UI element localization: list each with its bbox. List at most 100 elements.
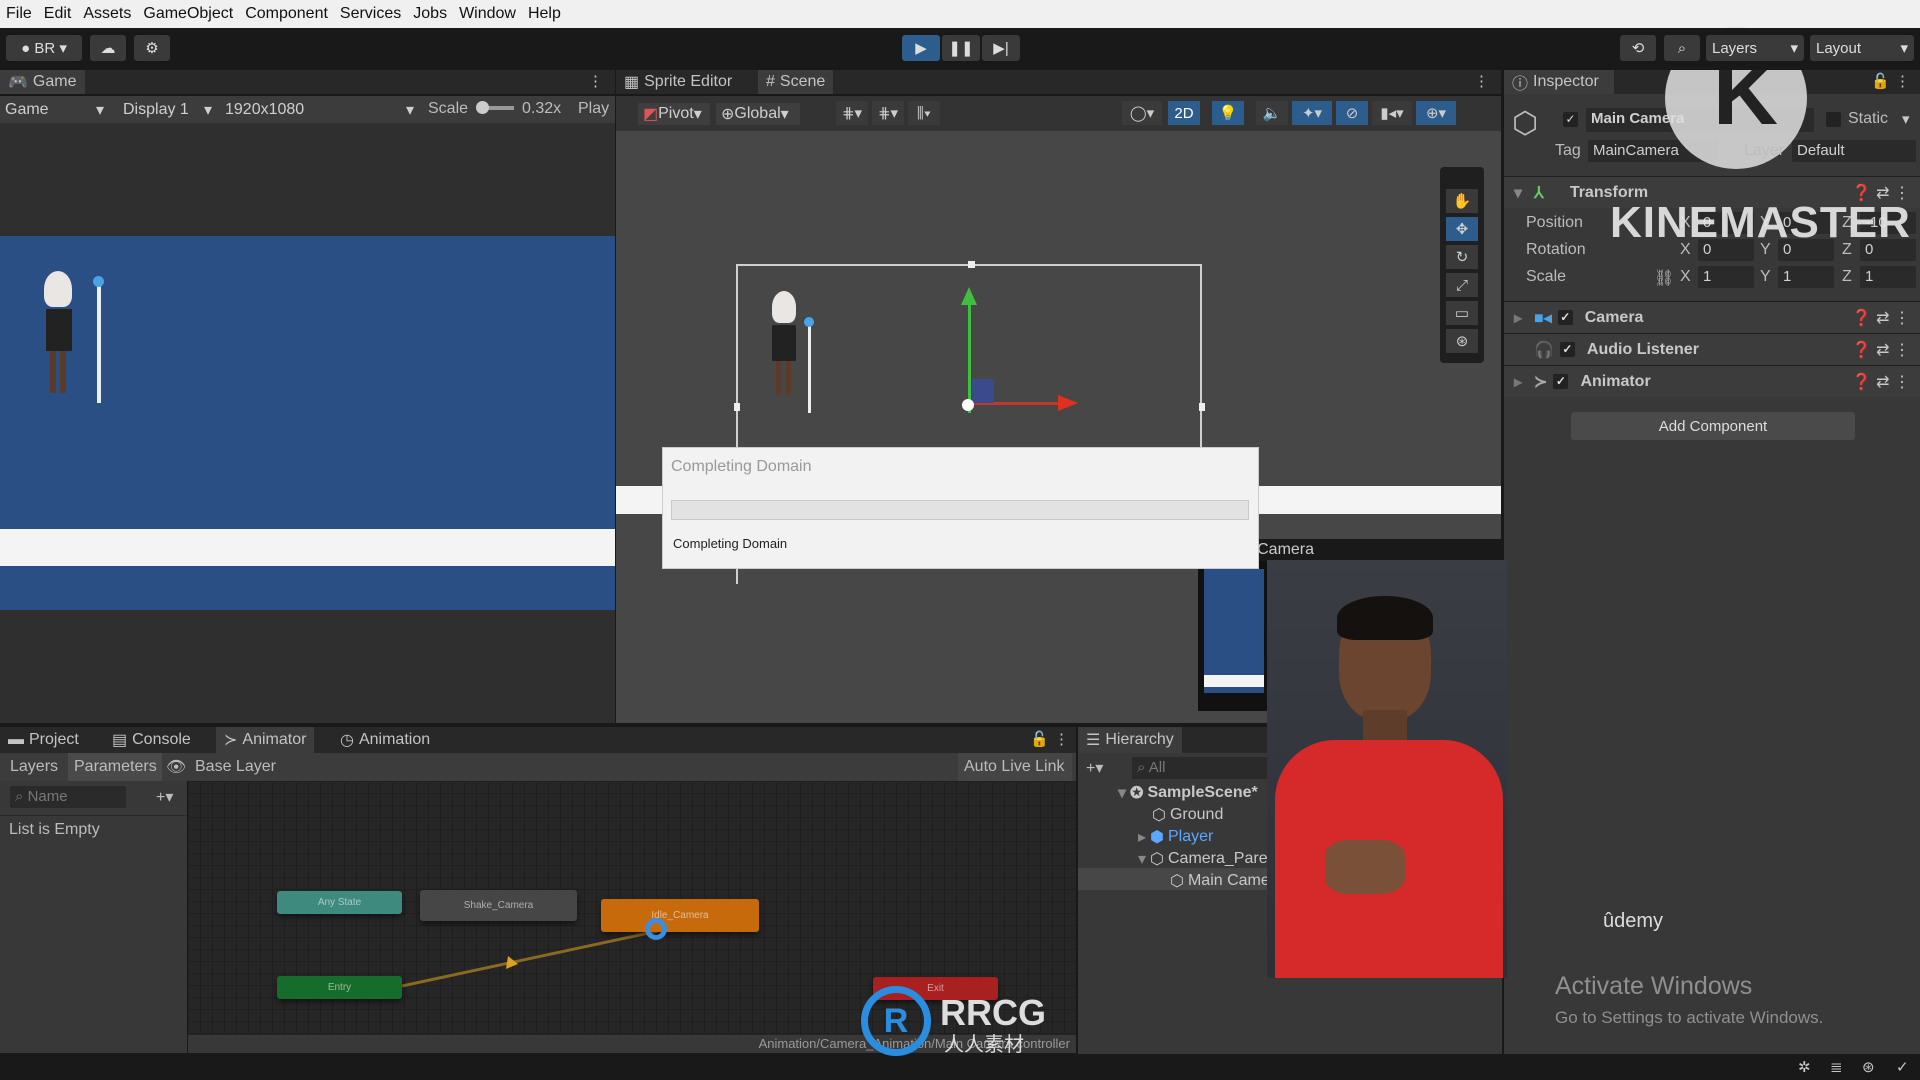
hierarchy-item-ground[interactable]: ⬡ Ground [1152, 805, 1223, 825]
lighting-icon[interactable]: 💡 [1212, 101, 1244, 125]
component-animator[interactable]: ▸ ≻ ✓ Animator ❓ ⇄ ⋮ [1504, 365, 1920, 397]
more-icon[interactable]: ⋮ [1895, 72, 1910, 90]
scale-y[interactable]: 1 [1778, 266, 1834, 288]
tab-console[interactable]: ▤ Console [104, 727, 199, 753]
menu-gameobject[interactable]: GameObject [143, 5, 233, 23]
resolution-dropdown[interactable]: 1920x1080 ▾ [220, 99, 420, 121]
component-audio-listener[interactable]: 🎧 ✓ Audio Listener ❓ ⇄ ⋮ [1504, 333, 1920, 365]
tab-scene[interactable]: # Scene [758, 70, 834, 94]
static-checkbox[interactable] [1826, 112, 1841, 127]
scale-z[interactable]: 1 [1860, 266, 1916, 288]
node-entry[interactable]: Entry [277, 976, 402, 999]
more-icon[interactable]: ⋮ [1054, 730, 1069, 748]
layout-dropdown[interactable]: Layout ▾ [1810, 35, 1914, 61]
cloud-button[interactable]: ☁ [90, 35, 126, 61]
lock-icon[interactable]: 🔓 [1871, 72, 1890, 90]
hidden-objects-icon[interactable]: ⊘ [1336, 101, 1368, 125]
animator-enabled-checkbox[interactable]: ✓ [1553, 374, 1569, 389]
constrain-proportions-icon[interactable]: ⛓ [1654, 268, 1674, 288]
transform-tool-icon[interactable]: ⊛ [1446, 329, 1478, 353]
parameter-search-input[interactable]: ⌕ Name [10, 786, 126, 808]
account-button[interactable]: ● BR ▾ [6, 35, 82, 61]
cache-icon[interactable]: ≣ [1830, 1058, 1843, 1076]
rect-tool-icon[interactable]: ▭ [1446, 301, 1478, 325]
layers-tab[interactable]: Layers [10, 758, 58, 776]
menu-assets[interactable]: Assets [83, 5, 131, 23]
pivot-dropdown[interactable]: ◩ Pivot ▾ [638, 102, 710, 125]
align-icon[interactable]: ⫼▾ [908, 101, 940, 125]
debug-icon[interactable]: ✲ [1798, 1058, 1811, 1076]
global-dropdown[interactable]: ⊕ Global ▾ [716, 102, 800, 125]
effects-icon[interactable]: ✦▾ [1292, 101, 1332, 125]
pause-button[interactable]: ❚❚ [942, 35, 980, 61]
check-icon[interactable]: ✓ [1896, 1058, 1909, 1076]
game-view[interactable] [0, 123, 615, 723]
add-component-button[interactable]: Add Component [1571, 412, 1855, 440]
network-icon[interactable]: ⊛ [1862, 1058, 1875, 1076]
play-focus-dropdown[interactable]: Play [578, 100, 609, 118]
play-button[interactable]: ▶ [902, 35, 940, 61]
toggle-2d-button[interactable]: 2D [1168, 101, 1200, 125]
menu-component[interactable]: Component [245, 5, 328, 23]
lock-icon[interactable]: 🔓 [1030, 730, 1049, 748]
more-icon[interactable]: ⋮ [588, 72, 603, 90]
component-camera[interactable]: ▸ ■◂ ✓ Camera ❓ ⇄ ⋮ [1504, 301, 1920, 333]
add-parameter-button[interactable]: +▾ [156, 787, 173, 807]
auto-live-link-button[interactable]: Auto Live Link [958, 753, 1072, 781]
tab-animator[interactable]: ≻ Animator [216, 727, 315, 753]
chevron-down-icon[interactable]: ▾ [1902, 110, 1910, 128]
display-dropdown[interactable]: Display 1 ▾ [118, 99, 218, 121]
move-gizmo-plane[interactable] [972, 379, 994, 403]
step-button[interactable]: ▶| [982, 35, 1020, 61]
x-arrow-icon[interactable] [1058, 395, 1078, 411]
y-arrow-icon[interactable] [961, 287, 977, 305]
gizmo-center[interactable] [962, 399, 974, 411]
breadcrumb-base-layer[interactable]: Base Layer [195, 758, 276, 776]
scale-slider[interactable] [476, 101, 514, 114]
menu-services[interactable]: Services [340, 5, 401, 23]
tab-hierarchy[interactable]: ☰ Hierarchy [1078, 727, 1182, 753]
node-idle-camera[interactable]: Idle_Camera [601, 899, 759, 932]
audio-listener-enabled-checkbox[interactable]: ✓ [1559, 342, 1575, 357]
hierarchy-item-scene[interactable]: ▾ ✪ SampleScene* [1118, 783, 1258, 803]
hand-tool-icon[interactable]: ✋ [1446, 189, 1478, 213]
tab-project[interactable]: ▬ Project [0, 727, 87, 753]
scale-x[interactable]: 1 [1698, 266, 1754, 288]
scale-tool-icon[interactable]: ⤢ [1446, 273, 1478, 297]
search-button[interactable]: ⌕ [1664, 35, 1700, 61]
hierarchy-item-player[interactable]: ▸ ⬢ Player [1138, 827, 1213, 847]
camera-settings-icon[interactable]: ▮◂▾ [1372, 101, 1412, 125]
collab-button[interactable]: ⚙ [134, 35, 170, 61]
bounds-handle[interactable] [1199, 403, 1205, 411]
more-icon[interactable]: ⋮ [1474, 72, 1489, 90]
node-shake-camera[interactable]: Shake_Camera [420, 890, 577, 921]
rotate-tool-icon[interactable]: ↻ [1446, 245, 1478, 269]
bounds-handle[interactable] [968, 261, 975, 268]
layer-dropdown[interactable]: Default [1792, 140, 1916, 162]
history-button[interactable]: ⟲ [1620, 35, 1656, 61]
move-tool-icon[interactable]: ✥ [1446, 217, 1478, 241]
node-any-state[interactable]: Any State [277, 891, 402, 914]
create-button[interactable]: +▾ [1086, 758, 1103, 778]
bounds-handle[interactable] [734, 403, 740, 411]
layers-dropdown[interactable]: Layers ▾ [1706, 35, 1804, 61]
menu-jobs[interactable]: Jobs [413, 5, 447, 23]
grid-snap-icon[interactable]: ⋕▾ [836, 101, 868, 125]
menu-window[interactable]: Window [459, 5, 516, 23]
hierarchy-item-camera-parent[interactable]: ▾ ⬡ Camera_Parent [1138, 849, 1281, 869]
menu-edit[interactable]: Edit [44, 5, 72, 23]
parameters-tab[interactable]: Parameters [68, 753, 162, 781]
shading-mode-icon[interactable]: ◯▾ [1122, 101, 1162, 125]
menu-help[interactable]: Help [528, 5, 561, 23]
move-gizmo-y-axis[interactable] [968, 301, 971, 413]
tab-sprite-editor[interactable]: ▦ Sprite Editor [616, 70, 740, 94]
increment-snap-icon[interactable]: ⋕▾ [872, 101, 904, 125]
camera-enabled-checkbox[interactable]: ✓ [1557, 310, 1573, 325]
tab-game[interactable]: 🎮 Game [0, 70, 85, 94]
audio-icon[interactable]: 🔈 [1256, 101, 1288, 125]
menu-file[interactable]: File [6, 5, 32, 23]
game-view-dropdown[interactable]: Game ▾ [0, 99, 110, 121]
gizmos-icon[interactable]: ⊕▾ [1416, 101, 1456, 125]
eye-icon[interactable]: 👁 [166, 757, 186, 777]
active-checkbox[interactable]: ✓ [1563, 112, 1578, 127]
